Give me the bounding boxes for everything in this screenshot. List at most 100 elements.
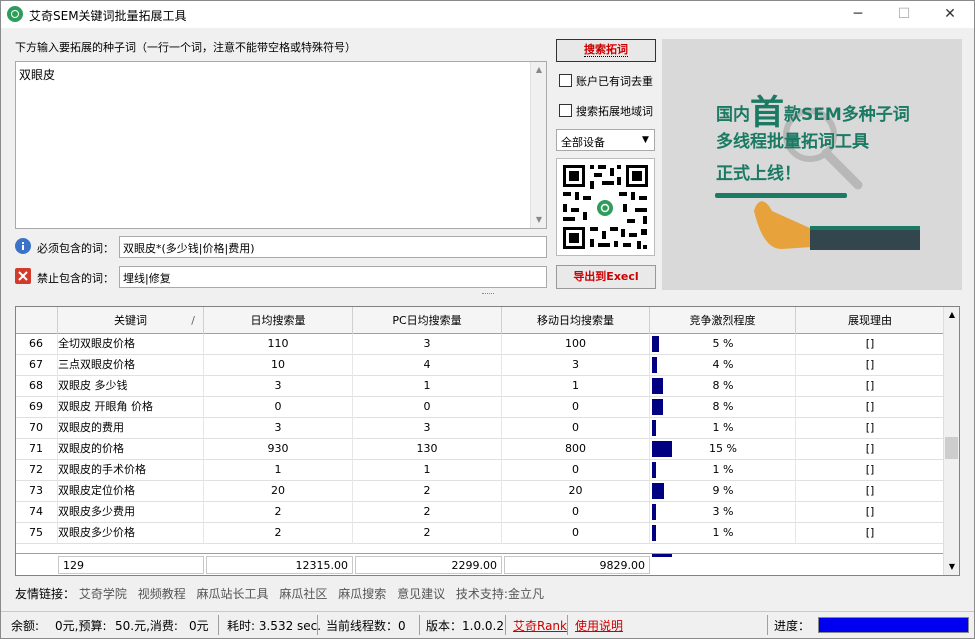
chevron-down-icon[interactable]: ▼: [637, 130, 654, 150]
links-label: 友情链接：: [15, 587, 76, 601]
region-checkbox[interactable]: 搜索拓展地域词: [559, 103, 655, 119]
splitter-handle[interactable]: [482, 293, 494, 297]
cell-mobile: 0: [502, 397, 650, 418]
window-title: 艾奇SEM关键词批量拓展工具: [29, 9, 187, 23]
link-video-tutorial[interactable]: 视频教程: [138, 587, 186, 601]
cell-competition: 1 %: [650, 418, 796, 439]
cell-daily: 10: [204, 355, 353, 376]
link-magua-search[interactable]: 麻瓜搜索: [338, 587, 386, 601]
scroll-down-icon[interactable]: ▼: [531, 212, 547, 228]
promo-line-3: 正式上线！: [716, 164, 801, 184]
col-competition-header[interactable]: 竞争激烈程度: [650, 307, 796, 334]
status-elapsed: 耗时: 3.532 sec.: [227, 619, 322, 633]
cell-competition: 8 %: [650, 397, 796, 418]
col-keyword-header[interactable]: 关键词 /: [58, 307, 204, 334]
cell-pc: 1: [353, 376, 502, 397]
table-row[interactable]: 68 双眼皮 多少钱 3 1 1 8 %[]: [16, 376, 944, 397]
cell-reason: []: [865, 526, 875, 539]
link-magua-tools[interactable]: 麻瓜站长工具: [197, 587, 269, 601]
link-feedback[interactable]: 意见建议: [397, 587, 445, 601]
scroll-up-icon[interactable]: ▲: [944, 307, 959, 323]
table-row[interactable]: 72 双眼皮的手术价格 1 1 0 1 %[]: [16, 460, 944, 481]
table-row[interactable]: 70 双眼皮的费用 3 3 0 1 %[]: [16, 418, 944, 439]
cell-keyword: 双眼皮 多少钱: [58, 376, 204, 397]
cell-pc: 2: [353, 502, 502, 523]
table-header: 关键词 / 日均搜索量 PC日均搜索量 移动日均搜索量 竞争激烈程度 展现理由: [16, 307, 944, 334]
table-row[interactable]: 74 双眼皮多少费用 2 2 0 3 %[]: [16, 502, 944, 523]
dedupe-check-box[interactable]: [559, 74, 572, 87]
cell-competition: 15 %: [650, 439, 796, 460]
competition-text: 15 %: [709, 442, 737, 455]
region-check-box[interactable]: [559, 104, 572, 117]
cell-pc: 2: [353, 523, 502, 544]
device-select[interactable]: 全部设备 ▼: [556, 129, 655, 151]
status-budget-text: 50.元,消费:: [115, 619, 178, 633]
seed-scrollbar[interactable]: ▲ ▼: [530, 62, 546, 228]
seed-textarea[interactable]: 双眼皮 ▲ ▼: [15, 61, 547, 229]
cell-reason: []: [865, 484, 875, 497]
cell-keyword: 三点双眼皮价格: [58, 355, 204, 376]
cell-pc: 130: [353, 439, 502, 460]
close-button[interactable]: ✕: [927, 1, 973, 28]
cell-keyword: 双眼皮的价格: [58, 439, 204, 460]
col-pc-header[interactable]: PC日均搜索量: [353, 307, 502, 334]
rank-link[interactable]: 艾奇Rank: [513, 617, 567, 634]
cell-pc: 4: [353, 355, 502, 376]
minimize-button[interactable]: ─: [835, 1, 881, 28]
promo-line-1-suffix: 款SEM多种子词: [784, 105, 910, 125]
col-index-header: [16, 307, 58, 334]
table-row[interactable]: 66 全切双眼皮价格 110 3 100 5 % []: [16, 334, 944, 355]
table-row[interactable]: 73 双眼皮定位价格 20 2 20 9 %[]: [16, 481, 944, 502]
cell-competition: 9 %: [650, 481, 796, 502]
scroll-down-icon[interactable]: ▼: [944, 559, 959, 575]
footer-mobile-total: 9829.00: [504, 556, 650, 574]
cell-mobile: 20: [502, 481, 650, 502]
table-row[interactable]: 69 双眼皮 开眼角 价格 0 0 0 8 %[]: [16, 397, 944, 418]
promo-line-2: 多线程批量拓词工具: [716, 132, 869, 152]
cell-index: 71: [16, 439, 58, 460]
cell-competition: 8 %: [650, 376, 796, 397]
title-bar: 艾奇SEM关键词批量拓展工具 ─ ☐ ✕: [1, 1, 974, 28]
table-footer: 129 12315.00 2299.00 9829.00: [16, 553, 944, 575]
table-row[interactable]: 75 双眼皮多少价格 2 2 0 1 %[]: [16, 523, 944, 544]
table-scrollbar[interactable]: ▲ ▼: [943, 307, 959, 575]
search-button[interactable]: 搜索拓词: [556, 39, 656, 62]
export-excel-button[interactable]: 导出到Execl: [556, 265, 656, 289]
cell-keyword: 双眼皮的费用: [58, 418, 204, 439]
link-tech-support[interactable]: 技术支持:金立凡: [456, 587, 544, 601]
cell-index: 75: [16, 523, 58, 544]
status-bar: 余额: 0元,预算: 50.元,消费: 0元 耗时: 3.532 sec. 当前…: [1, 611, 974, 638]
exclude-input[interactable]: 埋线|修复: [119, 266, 547, 288]
table-row[interactable]: 71 双眼皮的价格 930 130 800 15 % []: [16, 439, 944, 460]
cell-daily: 2: [204, 523, 353, 544]
cell-reason: []: [865, 505, 875, 518]
col-reason-header[interactable]: 展现理由: [796, 307, 944, 334]
cell-mobile: 3: [502, 355, 650, 376]
status-spend-text: 0元: [189, 619, 209, 633]
dedupe-checkbox[interactable]: 账户已有词去重: [559, 73, 655, 89]
exclude-label: 禁止包含的词：: [37, 272, 114, 285]
competition-text: 8 %: [712, 379, 734, 392]
include-input[interactable]: 双眼皮*(多少钱|价格|费用): [119, 236, 547, 258]
cell-reason: []: [865, 400, 875, 413]
cell-competition: 3 %: [650, 502, 796, 523]
results-table: 关键词 / 日均搜索量 PC日均搜索量 移动日均搜索量 竞争激烈程度 展现理由 …: [15, 306, 960, 576]
help-link[interactable]: 使用说明: [575, 617, 623, 634]
col-mobile-header[interactable]: 移动日均搜索量: [502, 307, 650, 334]
include-label: 必须包含的词：: [37, 242, 114, 255]
competition-text: 1 %: [712, 526, 734, 539]
link-magua-community[interactable]: 麻瓜社区: [279, 587, 327, 601]
table-row[interactable]: 67 三点双眼皮价格 10 4 3 4 % []: [16, 355, 944, 376]
col-daily-header[interactable]: 日均搜索量: [204, 307, 353, 334]
cell-index: 72: [16, 460, 58, 481]
maximize-button[interactable]: ☐: [881, 1, 927, 28]
cell-daily: 2: [204, 502, 353, 523]
scroll-up-icon[interactable]: ▲: [531, 62, 547, 78]
footer-count: 129: [58, 556, 204, 574]
cell-keyword: 双眼皮的手术价格: [58, 460, 204, 481]
cell-daily: 3: [204, 376, 353, 397]
link-aiqi-academy[interactable]: 艾奇学院: [79, 587, 127, 601]
promo-banner[interactable]: 国内首款SEM多种子词 多线程批量拓词工具 正式上线！: [662, 39, 962, 290]
cell-reason: []: [865, 421, 875, 434]
scroll-thumb[interactable]: [945, 437, 958, 459]
